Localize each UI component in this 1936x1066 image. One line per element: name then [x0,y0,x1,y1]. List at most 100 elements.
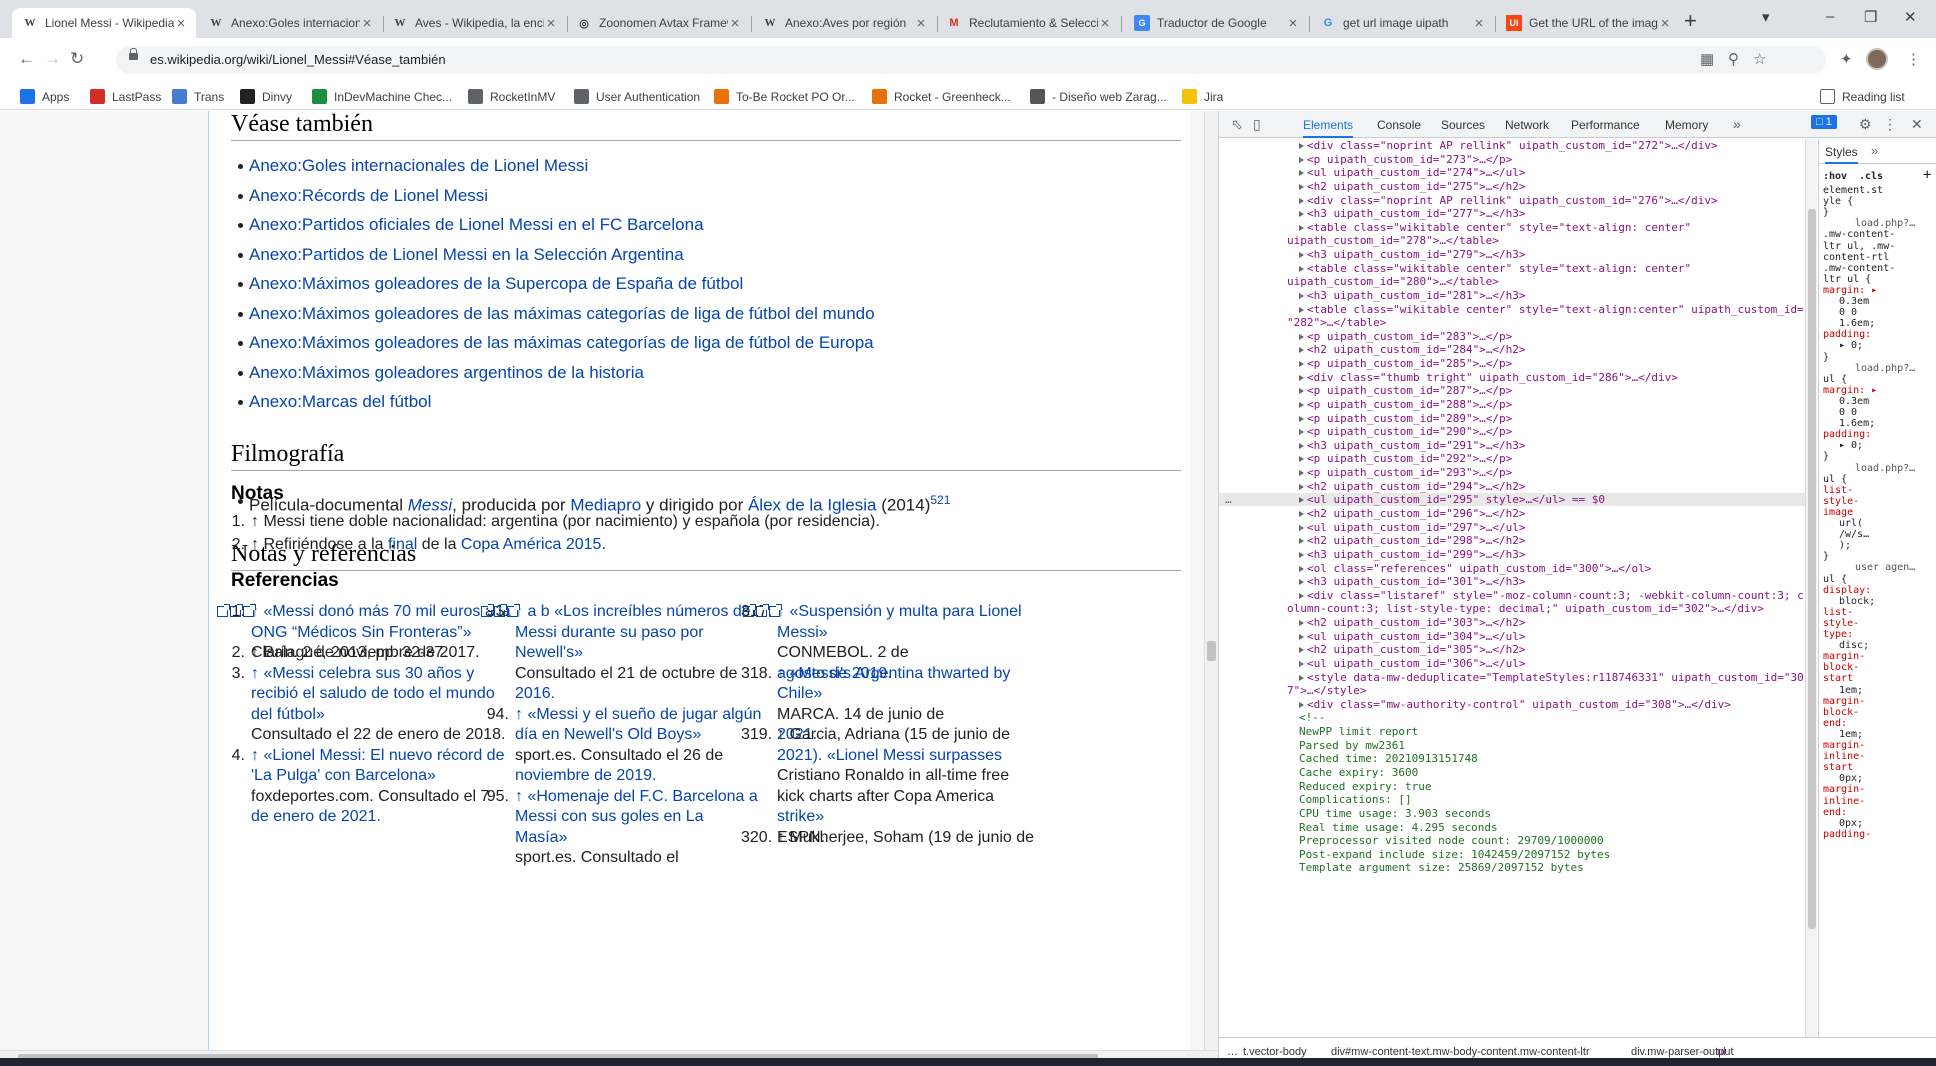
expand-triangle-icon[interactable] [1299,524,1304,531]
settings-gear-icon[interactable]: ⚙ [1859,116,1872,133]
expand-triangle-icon[interactable] [1299,429,1304,436]
dom-node[interactable]: <h2 uipath_custom_id="303">…</h2> [1299,616,1526,629]
tab-elements[interactable]: Elements [1303,118,1354,138]
browser-tab[interactable]: G Traductor de Google × [1124,8,1308,38]
expand-triangle-icon[interactable] [1299,565,1304,572]
dom-node[interactable]: Cached time: 20210913151748 [1299,752,1478,765]
dom-node[interactable]: Cache expiry: 3600 [1299,766,1418,779]
expand-triangle-icon[interactable] [1299,401,1304,408]
more-panes-icon[interactable]: » [1871,143,1878,158]
translate-icon[interactable]: ▦ [1700,50,1714,68]
expand-triangle-icon[interactable] [1299,620,1304,627]
expand-triangle-icon[interactable] [1299,333,1304,340]
profile-avatar[interactable] [1866,48,1888,70]
dom-node[interactable]: Preprocessor visited node count: 29709/1… [1299,834,1604,847]
address-bar[interactable]: es.wikipedia.org/wiki/Lionel_Messi#Véase… [116,46,1826,74]
expand-triangle-icon[interactable] [1299,415,1304,422]
dom-node[interactable]: <!-- [1299,711,1326,724]
expand-triangle-icon[interactable] [1299,388,1304,395]
expand-triangle-icon[interactable] [1299,674,1304,681]
close-devtools-icon[interactable]: ✕ [1911,116,1923,133]
close-tab-icon[interactable]: × [1472,15,1486,32]
dom-node[interactable]: <p uipath_custom_id="283">…</p> [1299,330,1512,343]
dom-node[interactable]: Real time usage: 4.295 seconds [1299,821,1498,834]
dom-node[interactable]: <ul uipath_custom_id="306">…</ul> [1299,657,1526,670]
see-also-link[interactable]: Anexo:Máximos goleadores de la Supercopa… [249,274,743,293]
dom-node[interactable]: <p uipath_custom_id="273">…</p> [1299,153,1512,166]
breadcrumb-item[interactable]: t.vector-body [1243,1046,1307,1058]
expand-triangle-icon[interactable] [1299,306,1304,313]
forward-button[interactable]: → [44,50,61,68]
dom-node[interactable]: <h3 uipath_custom_id="299">…</h3> [1299,548,1526,561]
more-tabs-icon[interactable]: » [1733,116,1741,132]
tab-console[interactable]: Console [1377,118,1421,132]
expand-triangle-icon[interactable] [1299,252,1304,259]
dom-node[interactable]: <table class="wikitable center" style="t… [1299,221,1691,234]
footnote-ref[interactable]: 521 [930,493,950,507]
issues-badge[interactable]: □ 1 [1811,115,1837,129]
dom-node[interactable]: <h3 uipath_custom_id="281">…</h3> [1299,289,1526,302]
close-tab-icon[interactable]: × [728,15,742,32]
close-tab-icon[interactable]: × [360,15,374,32]
dom-node[interactable]: uipath_custom_id="280">…</table> [1287,275,1499,288]
expand-triangle-icon[interactable] [1299,347,1304,354]
dom-node[interactable]: Template argument size: 25869/2097152 by… [1299,861,1584,874]
dom-node[interactable]: <h2 uipath_custom_id="294">…</h2> [1299,480,1526,493]
dom-node[interactable]: <table class="wikitable center" style="t… [1299,262,1691,275]
see-also-link[interactable]: Anexo:Partidos oficiales de Lionel Messi… [249,215,704,234]
inspect-element-icon[interactable]: ⬁ [1231,116,1243,133]
browser-tab[interactable]: W Anexo:Aves por región × [752,8,936,38]
dom-node[interactable]: Post-expand include size: 1042459/209715… [1299,848,1610,861]
tab-performance[interactable]: Performance [1571,118,1640,132]
close-tab-icon[interactable]: × [544,15,558,32]
node-actions-icon[interactable]: … [1225,493,1232,506]
expand-triangle-icon[interactable] [1299,456,1304,463]
extensions-icon[interactable]: ✦ [1840,50,1853,68]
dom-node[interactable]: <p uipath_custom_id="290">…</p> [1299,425,1512,438]
see-also-link[interactable]: Anexo:Marcas del fútbol [249,392,431,411]
expand-triangle-icon[interactable] [1299,361,1304,368]
dom-node[interactable]: 7">…</style> [1287,684,1366,697]
dom-node[interactable]: <div class="listaref" style="-moz-column… [1299,589,1804,602]
close-tab-icon[interactable]: × [174,15,188,32]
expand-triangle-icon[interactable] [1299,483,1304,490]
expand-triangle-icon[interactable] [1299,170,1304,177]
expand-triangle-icon[interactable] [1299,143,1304,149]
dom-node[interactable]: <h2 uipath_custom_id="296">…</h2> [1299,507,1526,520]
dom-node[interactable]: <div class="thumb tright" uipath_custom_… [1299,371,1678,384]
expand-triangle-icon[interactable] [1299,374,1304,381]
dom-node[interactable]: <div class="noprint AP rellink" uipath_c… [1299,194,1718,207]
new-tab-button[interactable]: + [1684,10,1697,32]
tab-memory[interactable]: Memory [1665,118,1708,132]
expand-triangle-icon[interactable] [1299,197,1304,204]
browser-tab[interactable]: M Reclutamiento & Selección× [936,8,1120,38]
dom-node[interactable]: <p uipath_custom_id="288">…</p> [1299,398,1512,411]
see-also-link[interactable]: Anexo:Goles internacionales de Lionel Me… [249,156,588,175]
expand-triangle-icon[interactable] [1299,292,1304,299]
dom-node[interactable]: <p uipath_custom_id="289">…</p> [1299,412,1512,425]
dom-node[interactable]: <p uipath_custom_id="292">…</p> [1299,452,1512,465]
browser-tab[interactable]: ◎ Zoonomen Avtax Framework× [566,8,750,38]
breadcrumb-item[interactable]: ul [1717,1046,1726,1058]
hov-toggle[interactable]: :hov [1823,171,1847,182]
minimize-icon[interactable]: – [1826,8,1834,25]
dom-node[interactable]: <style data-mw-deduplicate="TemplateStyl… [1299,671,1804,684]
expand-triangle-icon[interactable] [1299,183,1304,190]
tab-network[interactable]: Network [1505,118,1549,132]
dom-node[interactable]: <h3 uipath_custom_id="301">…</h3> [1299,575,1526,588]
expand-triangle-icon[interactable] [1299,647,1304,654]
expand-triangle-icon[interactable] [1299,265,1304,272]
reference-line[interactable]: de enero de 2021. [251,804,381,829]
see-also-link[interactable]: Anexo:Récords de Lionel Messi [249,186,488,205]
expand-triangle-icon[interactable] [1299,511,1304,517]
dom-node[interactable]: <div class="noprint AP rellink" uipath_c… [1299,139,1718,152]
dom-node[interactable]: <h3 uipath_custom_id="279">…</h3> [1299,248,1526,261]
dom-node[interactable]: <h3 uipath_custom_id="277">…</h3> [1299,207,1526,220]
close-tab-icon[interactable]: × [914,15,928,32]
dom-node[interactable]: <p uipath_custom_id="285">…</p> [1299,357,1512,370]
close-tab-icon[interactable]: × [1286,15,1300,32]
elements-scroll-thumb[interactable] [1808,209,1816,929]
dom-node[interactable]: <h2 uipath_custom_id="305">…</h2> [1299,643,1526,656]
reload-button[interactable]: ↻ [70,50,84,68]
dom-node[interactable]: CPU time usage: 3.903 seconds [1299,807,1491,820]
